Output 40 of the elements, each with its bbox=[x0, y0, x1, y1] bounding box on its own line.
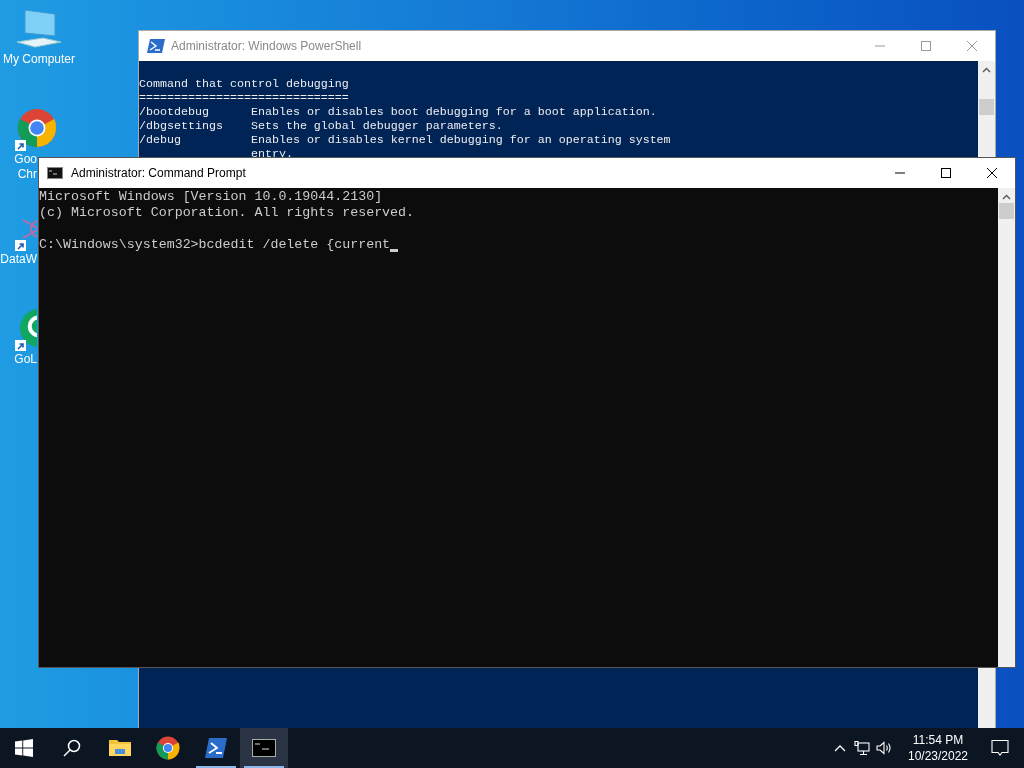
window-title: Administrator: Windows PowerShell bbox=[171, 38, 362, 55]
icon-label[interactable]: DataW bbox=[0, 252, 37, 267]
clock-date: 10/23/2022 bbox=[907, 748, 969, 764]
icon-label[interactable]: Chr bbox=[17, 167, 37, 182]
console-line: (c) Microsoft Corporation. All rights reserved. bbox=[39, 205, 415, 221]
clock-time: 11:54 PM bbox=[912, 732, 964, 748]
chevron-up-icon[interactable] bbox=[834, 744, 846, 752]
console-line: Microsoft Windows [Version 10.0.19044.2130] bbox=[39, 189, 383, 205]
maximize-icon bbox=[941, 168, 951, 178]
scroll-up-icon[interactable] bbox=[1002, 194, 1011, 200]
icon-label[interactable]: Goo bbox=[14, 152, 37, 167]
network-icon[interactable] bbox=[854, 740, 870, 756]
chat-bubble-icon bbox=[991, 739, 1009, 757]
scrollbar-thumb[interactable] bbox=[979, 99, 994, 115]
taskbar-app-button[interactable] bbox=[240, 728, 288, 768]
chrome-icon bbox=[156, 736, 180, 760]
console-line: C:\Windows\system32>bcdedit /delete {current bbox=[39, 237, 391, 253]
powershell-icon bbox=[204, 736, 228, 760]
clock[interactable]: 11:54 PM 10/23/2022 bbox=[900, 732, 976, 764]
search-icon bbox=[63, 739, 81, 757]
console-line: entry. bbox=[249, 147, 293, 161]
terminal-icon bbox=[252, 736, 276, 760]
scrollbar-thumb[interactable] bbox=[999, 203, 1014, 219]
scroll-up-icon[interactable] bbox=[982, 67, 991, 73]
terminal-icon bbox=[47, 165, 65, 181]
console-line: Command that control debugging bbox=[139, 77, 349, 91]
maximize-icon bbox=[921, 41, 931, 51]
icon-label[interactable]: GoL bbox=[14, 352, 37, 367]
close-icon bbox=[987, 168, 997, 178]
console-line: /bootdebug Enables or disables boot debugging for a boot application. bbox=[139, 105, 657, 119]
console-line: /dbgsettings Sets the global debugger parameters. bbox=[139, 119, 503, 133]
text-cursor bbox=[390, 249, 399, 252]
close-icon bbox=[967, 41, 977, 51]
speaker-icon[interactable] bbox=[876, 741, 892, 755]
icon-label[interactable]: My Computer bbox=[3, 52, 75, 67]
windows-logo-icon bbox=[15, 739, 33, 757]
powershell-icon bbox=[147, 38, 165, 54]
console-line: /debug Enables or disables kernel debugging for an operating system bbox=[139, 133, 671, 147]
console-line: ============================== bbox=[139, 91, 349, 105]
window-title: Administrator: Command Prompt bbox=[71, 165, 246, 182]
